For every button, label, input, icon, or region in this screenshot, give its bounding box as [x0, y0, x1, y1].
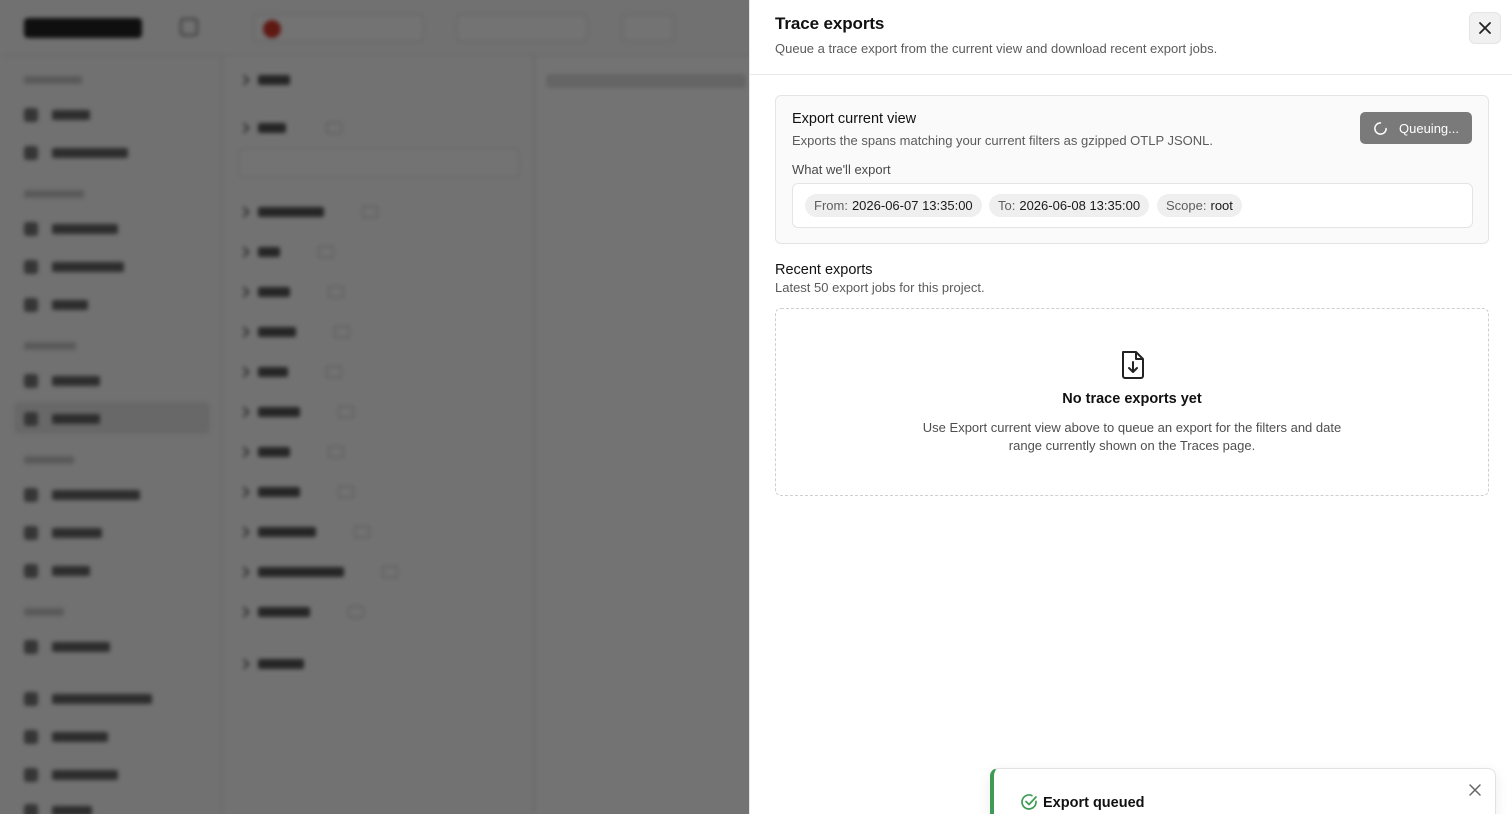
- empty-state-title: No trace exports yet: [1062, 391, 1202, 407]
- modal-overlay[interactable]: [0, 0, 749, 814]
- empty-state-description: Use Export current view above to queue a…: [922, 420, 1342, 453]
- drawer-title: Trace exports: [775, 14, 885, 33]
- chip-value: 2026-06-07 13:35:00: [851, 198, 973, 213]
- chip-scope: Scope: root: [1157, 194, 1242, 217]
- chip-value: root: [1210, 198, 1233, 213]
- export-scope-chips: From: 2026-06-07 13:35:00 To: 2026-06-08…: [792, 183, 1473, 228]
- toast-title: Export queued: [1043, 795, 1145, 811]
- check-circle-icon: [1021, 794, 1037, 810]
- export-current-view-card: Export current view Exports the spans ma…: [775, 95, 1489, 244]
- file-download-icon: [1122, 351, 1144, 379]
- drawer-header: Trace exports Queue a trace export from …: [750, 0, 1512, 75]
- queue-export-button[interactable]: Queuing...: [1360, 112, 1472, 144]
- toast-close-icon[interactable]: [1468, 783, 1482, 797]
- trace-exports-drawer: Trace exports Queue a trace export from …: [749, 0, 1512, 814]
- chip-key: From:: [814, 198, 848, 213]
- queue-export-button-label: Queuing...: [1399, 120, 1459, 136]
- empty-state: No trace exports yet Use Export current …: [775, 308, 1489, 496]
- chip-from: From: 2026-06-07 13:35:00: [805, 194, 982, 217]
- close-icon: [1479, 22, 1491, 34]
- toast-notification: Export queued: [990, 768, 1496, 814]
- chip-value: 2026-06-08 13:35:00: [1019, 198, 1141, 213]
- recent-exports-subtitle: Latest 50 export jobs for this project.: [775, 280, 985, 295]
- recent-exports-title: Recent exports: [775, 262, 873, 278]
- spinner-icon: [1374, 121, 1387, 135]
- export-card-description: Exports the spans matching your current …: [792, 133, 1214, 148]
- export-card-title: Export current view: [792, 111, 917, 127]
- chip-key: To:: [998, 198, 1016, 213]
- close-button[interactable]: [1469, 12, 1501, 44]
- chip-key: Scope:: [1166, 198, 1207, 213]
- chip-to: To: 2026-06-08 13:35:00: [989, 194, 1150, 217]
- drawer-subtitle: Queue a trace export from the current vi…: [775, 41, 1218, 56]
- export-scope-label: What we'll export: [792, 162, 891, 177]
